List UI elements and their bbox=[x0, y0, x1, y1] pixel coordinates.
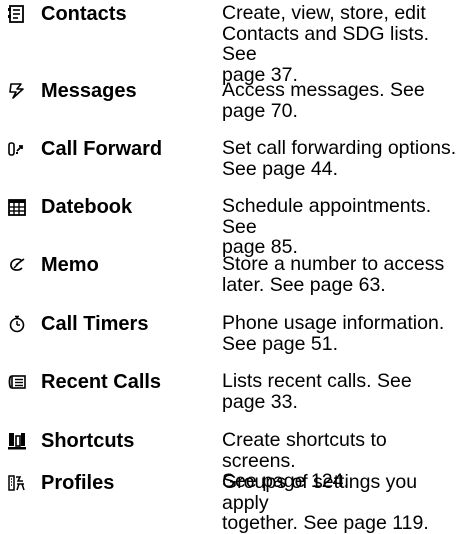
item-name: Memo bbox=[41, 254, 99, 276]
call-forward-icon bbox=[6, 138, 28, 160]
item-description: Schedule appointments. See page 85. bbox=[222, 195, 432, 258]
item-description: Lists recent calls. See page 33. bbox=[222, 370, 412, 413]
item-name: Call Timers bbox=[41, 313, 149, 335]
shortcuts-icon bbox=[6, 430, 28, 452]
item-name: Messages bbox=[41, 80, 137, 102]
call-timers-icon bbox=[6, 313, 28, 335]
contacts-icon bbox=[6, 3, 28, 25]
item-description: Phone usage information. See page 51. bbox=[222, 312, 445, 355]
item-name: Datebook bbox=[41, 196, 133, 218]
item-name: Recent Calls bbox=[41, 371, 162, 393]
item-name: Shortcuts bbox=[41, 430, 135, 452]
item-description: Store a number to access later. See page… bbox=[222, 253, 445, 296]
item-description: Groups of settings you apply together. S… bbox=[222, 471, 429, 534]
memo-icon bbox=[6, 254, 28, 276]
datebook-icon bbox=[6, 196, 28, 218]
messages-icon bbox=[6, 80, 28, 102]
item-description: Access messages. See page 70. bbox=[222, 79, 425, 122]
profiles-icon bbox=[6, 472, 28, 494]
item-name: Call Forward bbox=[41, 138, 163, 160]
item-description: Create, view, store, edit Contacts and S… bbox=[222, 2, 429, 86]
item-description: Set call forwarding options. See page 44… bbox=[222, 137, 457, 180]
recent-calls-icon bbox=[6, 371, 28, 393]
item-name: Contacts bbox=[41, 3, 127, 25]
item-name: Profiles bbox=[41, 472, 115, 494]
